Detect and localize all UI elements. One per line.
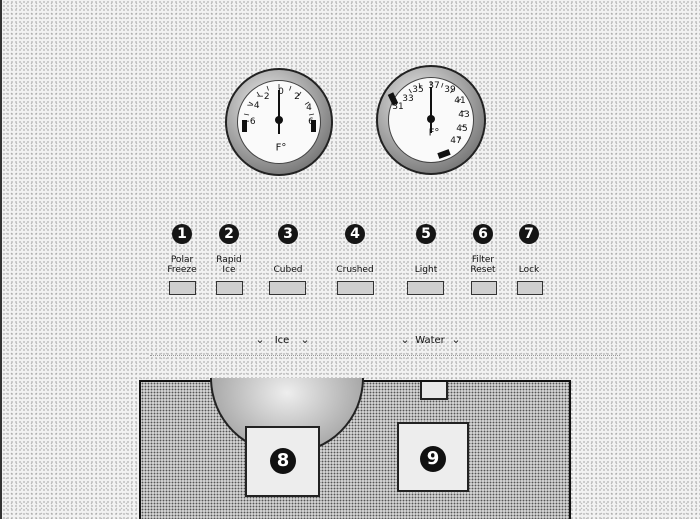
freezer-tick-label: 2 bbox=[294, 92, 300, 102]
button-6-number: 6 bbox=[473, 224, 493, 244]
filter-reset-button[interactable] bbox=[471, 281, 497, 295]
button-7-number: 7 bbox=[519, 224, 539, 244]
water-nozzle bbox=[420, 382, 448, 400]
crushed-label: Crushed bbox=[336, 265, 374, 275]
lock-button[interactable] bbox=[517, 281, 543, 295]
ice-label: Ice bbox=[274, 335, 290, 346]
fresh-food-tick-label: 31 bbox=[392, 102, 404, 112]
fresh-food-tick-label: 37 bbox=[428, 81, 440, 91]
water-chevron-left-icon: ⌄ bbox=[400, 333, 410, 346]
crushed-button[interactable] bbox=[337, 281, 374, 295]
fresh-food-high-marker bbox=[437, 149, 451, 159]
fresh-food-tick-label: 47 bbox=[450, 136, 462, 146]
light-button[interactable] bbox=[407, 281, 444, 295]
fresh-food-tick-label: 39 bbox=[444, 85, 456, 95]
fresh-food-gauge: 33 35 37 39 41 31 43 45 47 F° bbox=[376, 65, 486, 175]
fresh-food-tick-label: 41 bbox=[454, 96, 466, 106]
rapid-ice-label: Rapid Ice bbox=[216, 255, 242, 275]
freezer-gauge: −4 −2 0 2 4 −6 6 F° bbox=[225, 68, 333, 176]
water-label: Water bbox=[415, 335, 445, 346]
fresh-food-tick-label: 43 bbox=[458, 110, 470, 120]
button-3-number: 3 bbox=[278, 224, 298, 244]
fresh-food-tick-label: 33 bbox=[402, 94, 414, 104]
freezer-tick-label: 0 bbox=[278, 87, 284, 97]
rapid-ice-button[interactable] bbox=[216, 281, 243, 295]
water-paddle[interactable]: 9 bbox=[397, 422, 469, 492]
fresh-food-unit-label: F° bbox=[428, 127, 440, 139]
freezer-tick-label: −2 bbox=[256, 92, 270, 102]
freezer-tick-label: −4 bbox=[246, 101, 260, 111]
cubed-button[interactable] bbox=[269, 281, 306, 295]
button-4-number: 4 bbox=[345, 224, 365, 244]
freezer-tick-label: −6 bbox=[242, 117, 256, 127]
ice-chevron-left-icon: ⌄ bbox=[255, 333, 265, 346]
cubed-label: Cubed bbox=[273, 265, 303, 275]
dispenser-panel: −4 −2 0 2 4 −6 6 F° 33 35 37 39 41 31 43… bbox=[0, 0, 700, 519]
light-label: Light bbox=[414, 265, 438, 275]
lock-label: Lock bbox=[518, 265, 540, 275]
ice-paddle[interactable]: 8 bbox=[245, 426, 320, 497]
water-chevron-right-icon: ⌄ bbox=[451, 333, 461, 346]
button-1-number: 1 bbox=[172, 224, 192, 244]
divider-line bbox=[150, 355, 620, 356]
freezer-unit-label: F° bbox=[275, 142, 287, 154]
dispenser-recess: 8 9 bbox=[139, 378, 571, 519]
water-paddle-number: 9 bbox=[420, 446, 446, 472]
polar-freeze-button[interactable] bbox=[169, 281, 196, 295]
button-2-number: 2 bbox=[219, 224, 239, 244]
ice-paddle-number: 8 bbox=[270, 448, 296, 474]
freezer-tick-label: 4 bbox=[306, 103, 312, 113]
ice-chevron-right-icon: ⌄ bbox=[300, 333, 310, 346]
button-5-number: 5 bbox=[416, 224, 436, 244]
fresh-food-tick-label: 45 bbox=[456, 124, 468, 134]
fresh-food-tick-label: 35 bbox=[412, 85, 424, 95]
freezer-tick-label: 6 bbox=[308, 117, 314, 127]
